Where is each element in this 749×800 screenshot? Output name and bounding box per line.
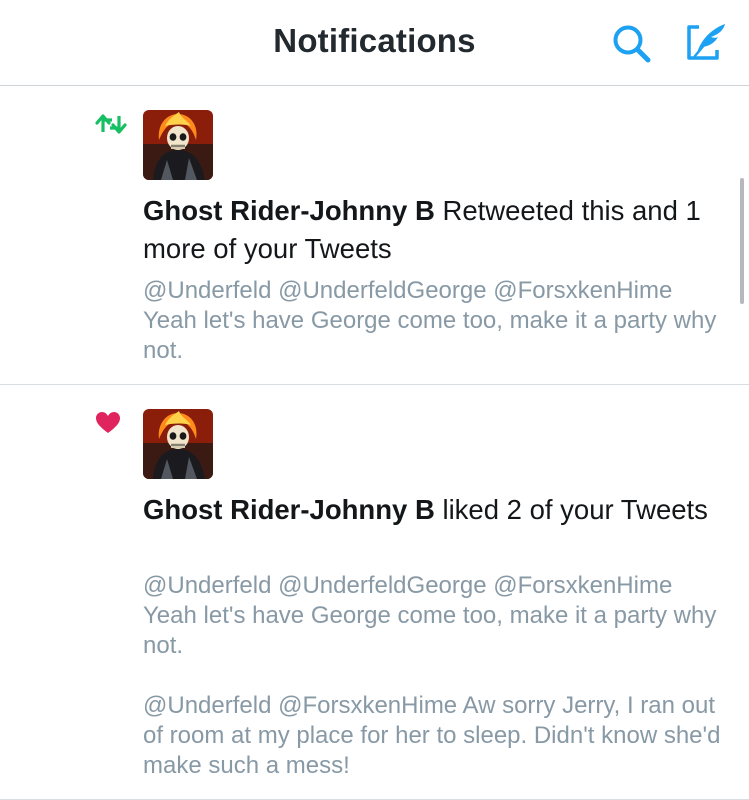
notification-action: liked 2 of your Tweets: [442, 494, 708, 525]
notifications-feed[interactable]: Ghost Rider-Johnny B Retweeted this and …: [0, 86, 749, 800]
tweet-text[interactable]: @Underfeld @UnderfeldGeorge @ForsxkenHim…: [143, 571, 723, 661]
notification-item-like[interactable]: Ghost Rider-Johnny B liked 2 of your Twe…: [0, 385, 749, 800]
tweet-text[interactable]: @Underfeld @UnderfeldGeorge @ForsxkenHim…: [143, 276, 723, 366]
top-nav-bar: Notifications: [0, 0, 749, 86]
tweet-text[interactable]: @Underfeld @ForsxkenHime Aw sorry Jerry,…: [143, 691, 723, 781]
avatar[interactable]: [143, 409, 213, 479]
scrollbar[interactable]: [740, 178, 744, 304]
notification-item-retweet[interactable]: Ghost Rider-Johnny B Retweeted this and …: [0, 86, 749, 385]
search-button[interactable]: [610, 22, 656, 64]
compose-icon: [687, 24, 725, 60]
search-icon: [613, 25, 651, 63]
notification-title: Ghost Rider-Johnny B liked 2 of your Twe…: [143, 491, 713, 529]
compose-tweet-button[interactable]: [683, 20, 729, 64]
user-name[interactable]: Ghost Rider-Johnny B: [143, 195, 435, 226]
user-name[interactable]: Ghost Rider-Johnny B: [143, 494, 435, 525]
heart-icon: [95, 411, 121, 440]
retweet-icon: [95, 114, 127, 139]
notification-title: Ghost Rider-Johnny B Retweeted this and …: [143, 192, 713, 268]
avatar[interactable]: [143, 110, 213, 180]
